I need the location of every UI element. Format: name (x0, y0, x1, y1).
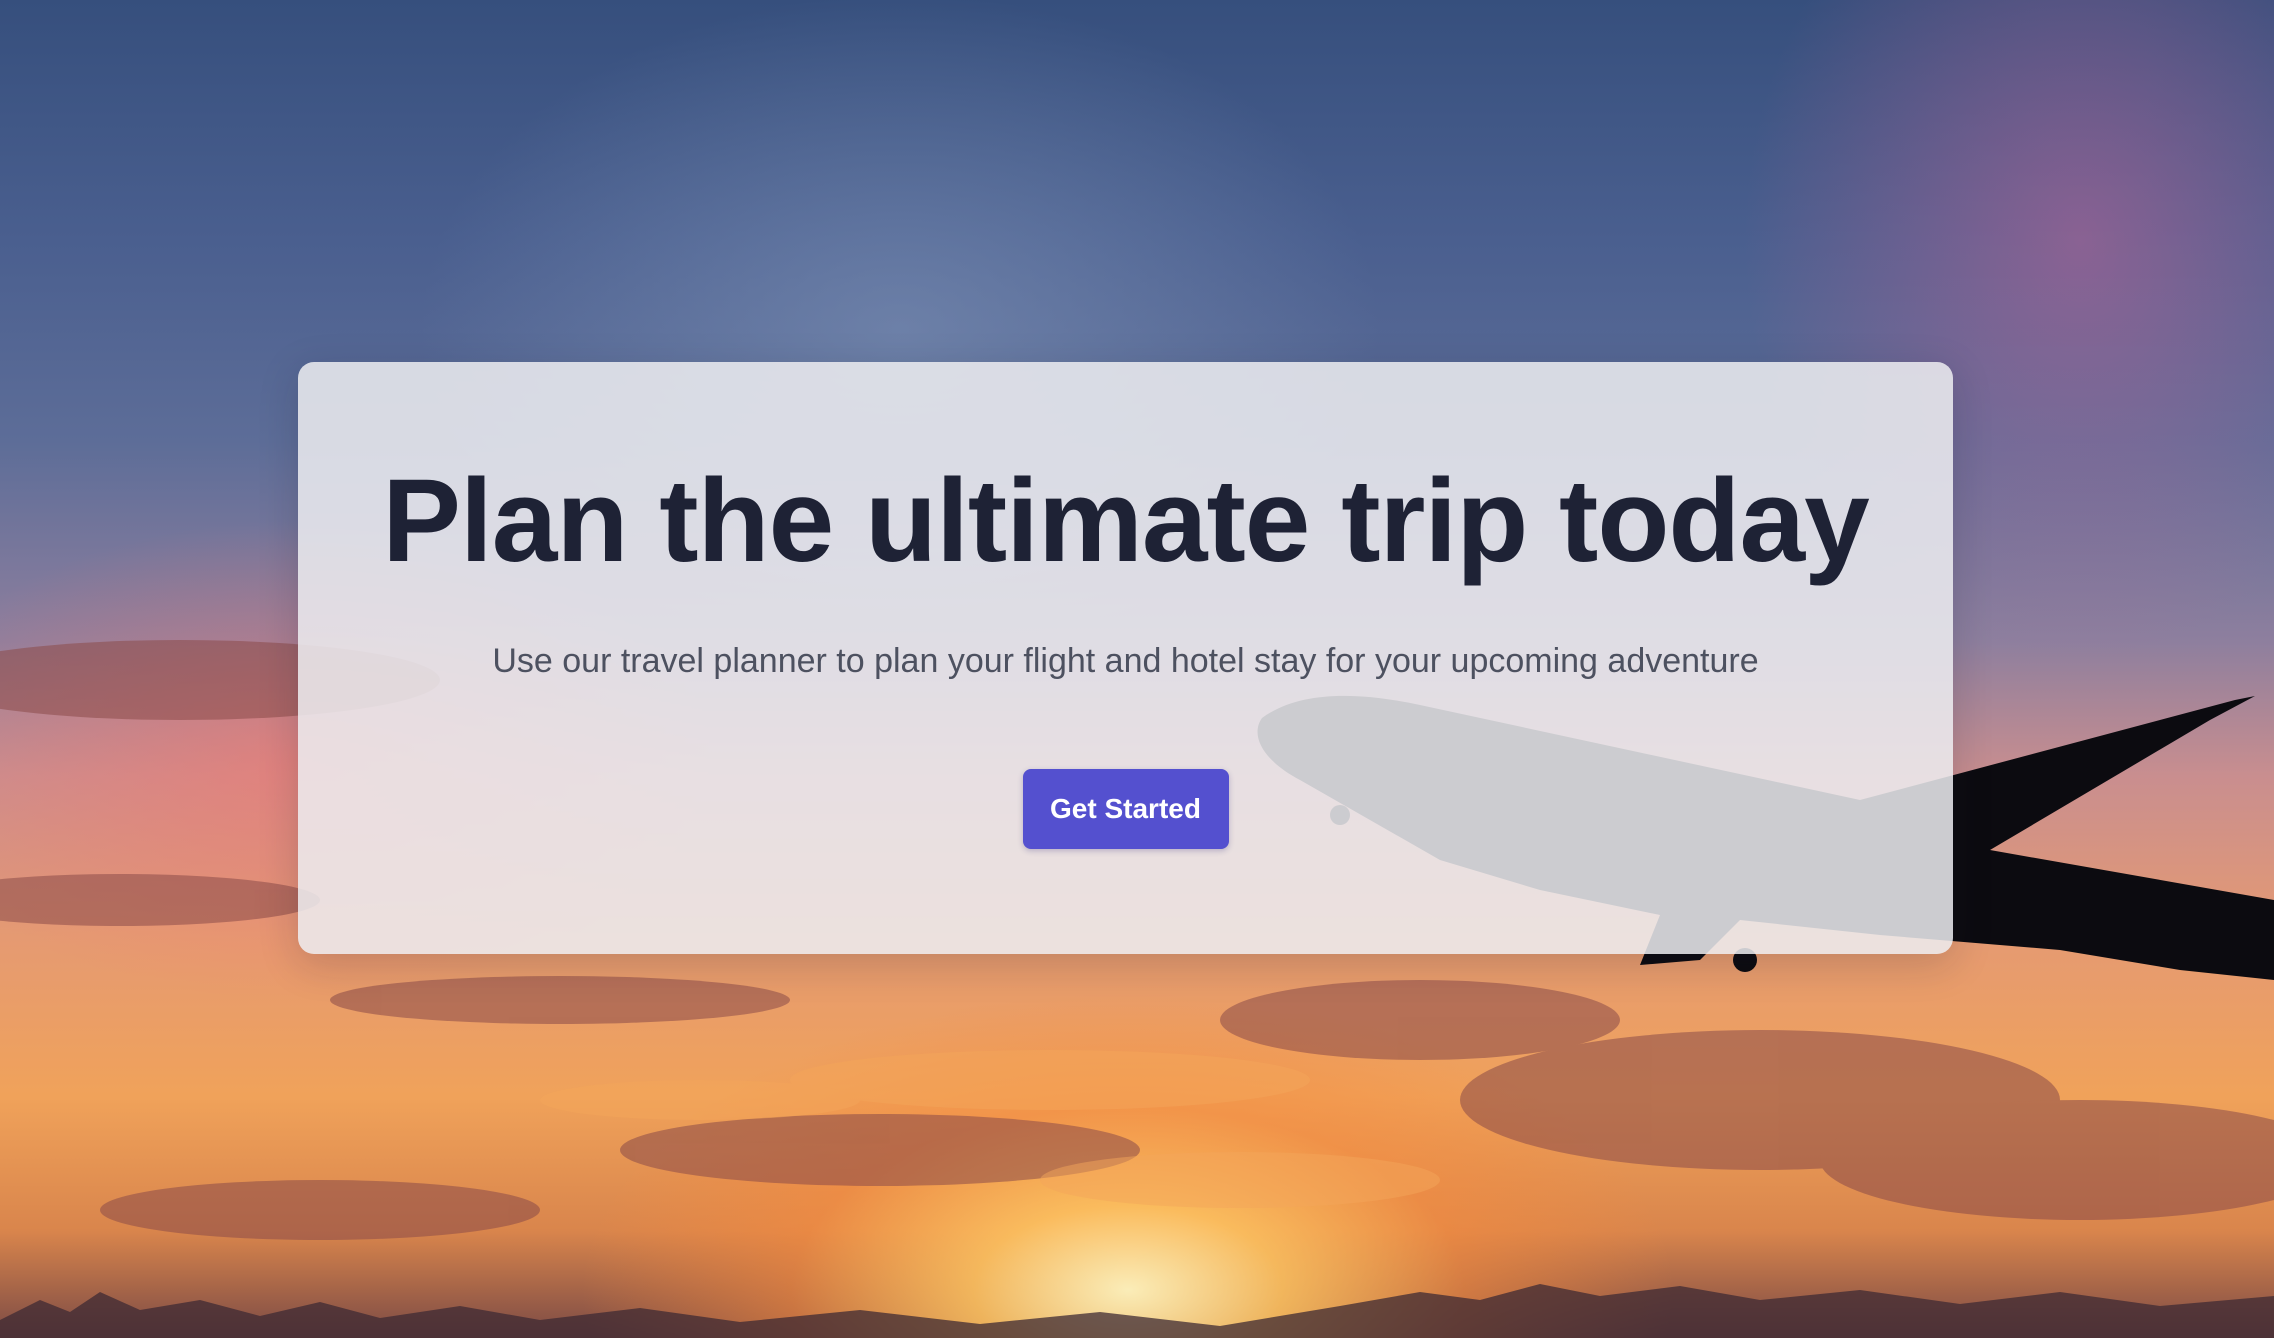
get-started-button[interactable]: Get Started (1022, 768, 1229, 849)
hero-subtitle: Use our travel planner to plan your flig… (492, 641, 1759, 680)
hero-section: Plan the ultimate trip today Use our tra… (0, 0, 2274, 1338)
treeline (0, 1284, 2274, 1338)
hero-title: Plan the ultimate trip today (382, 455, 1870, 587)
hero-card: Plan the ultimate trip today Use our tra… (298, 362, 1953, 954)
